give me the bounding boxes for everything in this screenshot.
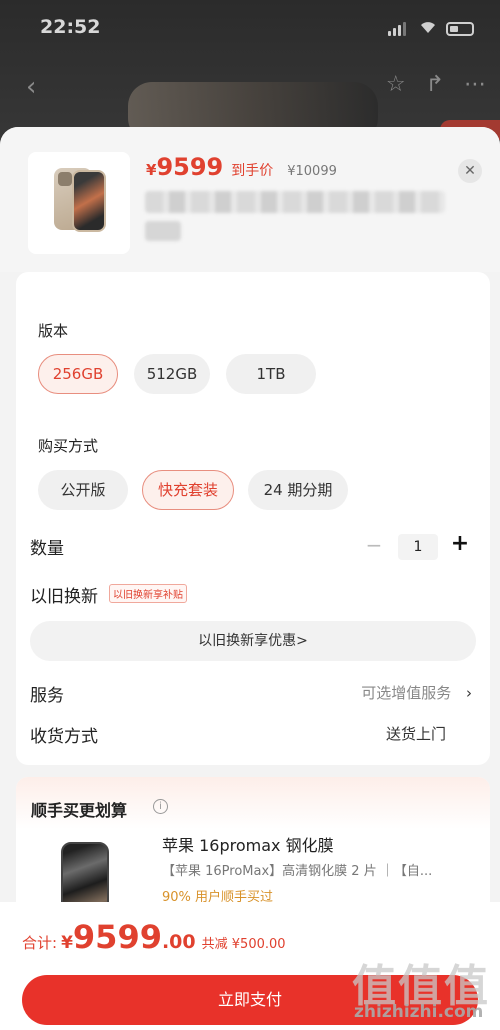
signal-icon [388, 22, 406, 36]
total-decimal: .00 [161, 931, 196, 953]
purchase-chip-public[interactable]: 公开版 [38, 470, 128, 510]
info-icon[interactable]: i [153, 799, 168, 814]
star-icon[interactable]: ☆ [386, 72, 406, 97]
bundle-item-desc: 【苹果 16ProMax】高清钢化膜 2 片 ｜【自... [162, 864, 433, 879]
delivery-value[interactable]: 送货上门 [386, 723, 446, 744]
quantity-label: 数量 [30, 539, 64, 559]
total-saving: 共减 ¥500.00 [201, 937, 286, 952]
quantity-plus-button[interactable]: + [448, 531, 472, 556]
chevron-right-icon: › [466, 684, 472, 702]
version-label: 版本 [38, 322, 69, 340]
bundle-title: 顺手买更划算 [31, 801, 128, 820]
price-currency: ¥ [146, 161, 157, 179]
version-chip-512gb[interactable]: 512GB [134, 354, 210, 394]
close-icon[interactable]: ✕ [458, 159, 482, 183]
blurred-product-subtitle [145, 221, 181, 241]
service-label: 服务 [30, 686, 64, 706]
share-icon[interactable]: ↱ [426, 72, 444, 97]
quantity-input[interactable]: 1 [398, 534, 438, 560]
battery-icon [446, 22, 474, 36]
purchase-method-label: 购买方式 [38, 437, 99, 455]
price-row: ¥ 9599 到手价 ¥10099 [146, 153, 337, 181]
version-chip-1tb[interactable]: 1TB [226, 354, 316, 394]
total-label: 合计: [22, 934, 58, 952]
delivery-label: 收货方式 [30, 727, 98, 747]
trade-in-label: 以旧换新 [30, 587, 98, 607]
status-bar: 22:52 [0, 14, 500, 44]
version-chip-256gb[interactable]: 256GB [38, 354, 118, 394]
status-time: 22:52 [40, 16, 101, 38]
product-thumbnail [28, 152, 130, 254]
more-icon[interactable]: ⋯ [464, 72, 486, 97]
total-price: 合计: ¥ 9599 .00 共减 ¥500.00 [22, 918, 286, 956]
final-price: 9599 [156, 153, 224, 181]
total-integer: 9599 [72, 918, 162, 956]
service-value: 可选增值服务 [361, 684, 452, 702]
purchase-chip-fast-charge[interactable]: 快充套装 [142, 470, 234, 510]
back-icon[interactable]: ‹ [26, 72, 36, 102]
blurred-product-title [145, 191, 445, 213]
trade-in-badge: 以旧换新享补贴 [109, 584, 187, 603]
trade-in-button[interactable]: 以旧换新享优惠> [30, 621, 476, 661]
watermark-url: zhizhizhi.com [354, 1002, 484, 1022]
service-selector[interactable]: 可选增值服务 › [361, 682, 472, 703]
original-price: ¥10099 [287, 164, 337, 179]
quantity-stepper: − 1 + [364, 531, 476, 560]
watermark: 值值值 zhizhizhi.com [352, 950, 492, 1030]
wifi-icon [421, 22, 435, 33]
total-currency: ¥ [61, 933, 73, 953]
quantity-minus-button[interactable]: − [364, 533, 384, 557]
purchase-chip-installment[interactable]: 24 期分期 [248, 470, 348, 510]
bundle-item-name[interactable]: 苹果 16promax 钢化膜 [162, 832, 334, 856]
purchase-sheet: ¥ 9599 到手价 ¥10099 ✕ 版本 256GB 512GB 1TB 购… [0, 127, 500, 1030]
options-card: 版本 256GB 512GB 1TB 购买方式 公开版 快充套装 24 期分期 … [16, 272, 490, 765]
sheet-header: ¥ 9599 到手价 ¥10099 ✕ [0, 127, 500, 272]
price-tag: 到手价 [231, 163, 274, 179]
